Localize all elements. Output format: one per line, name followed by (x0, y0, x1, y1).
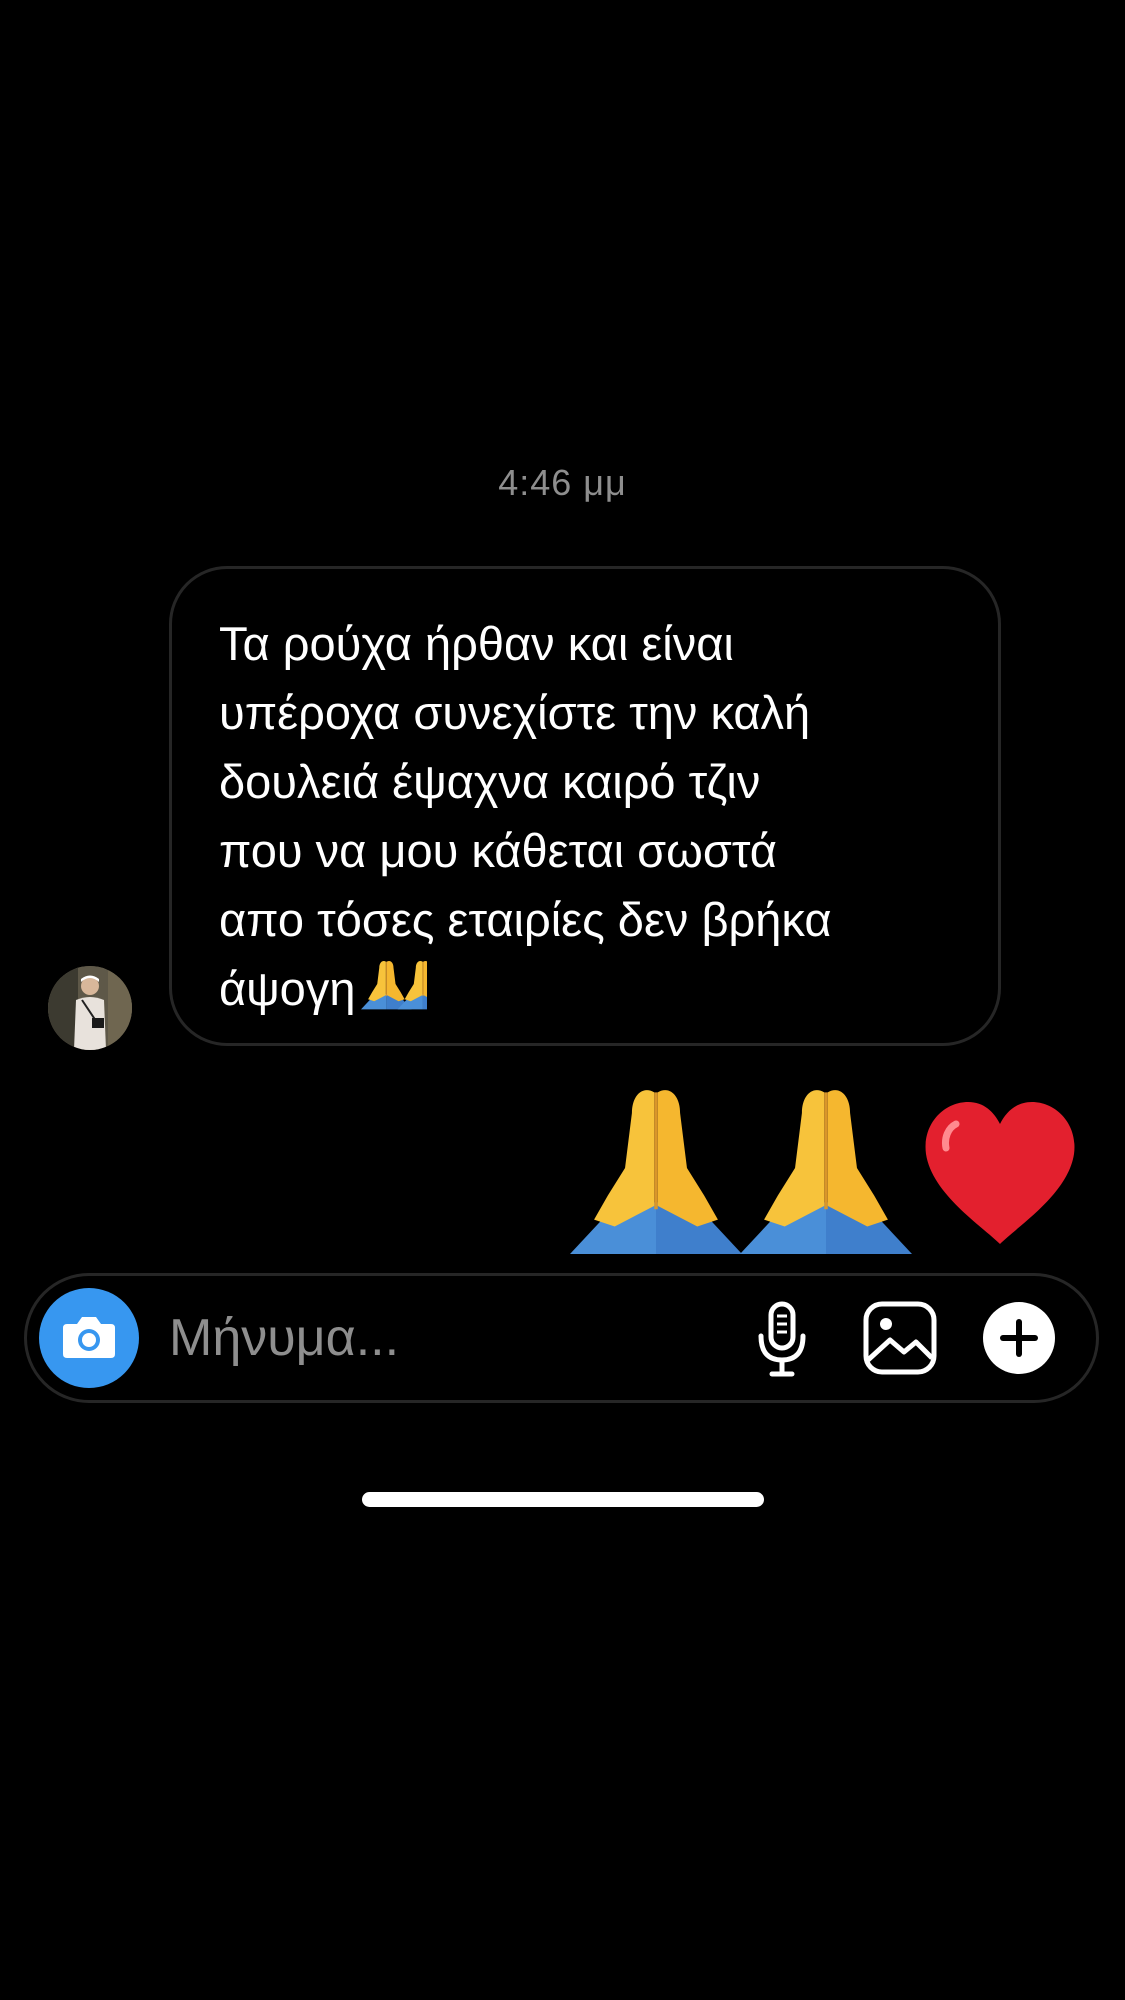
more-options-button[interactable] (981, 1300, 1057, 1381)
message-composer (24, 1273, 1099, 1403)
camera-icon (63, 1317, 115, 1358)
message-timestamp: 4:46 μμ (498, 462, 627, 503)
camera-button[interactable] (39, 1288, 139, 1388)
incoming-message-bubble[interactable]: Τα ρούχα ήρθαν και είναι υπέροχα συνεχίσ… (169, 566, 1001, 1046)
folded-hands-emoji (738, 1088, 914, 1254)
microphone-icon (758, 1301, 806, 1377)
outgoing-emoji-reply[interactable] (570, 1082, 1090, 1254)
home-indicator[interactable] (362, 1492, 764, 1507)
sender-avatar[interactable] (48, 966, 132, 1050)
microphone-button[interactable] (754, 1300, 810, 1385)
folded-hands-emoji (570, 1088, 744, 1254)
red-heart-emoji (925, 1102, 1075, 1244)
plus-circle-icon (983, 1302, 1055, 1374)
incoming-message-text: Τα ρούχα ήρθαν και είναι υπέροχα συνεχίσ… (219, 609, 954, 1031)
image-icon (863, 1301, 937, 1375)
message-input[interactable] (169, 1306, 729, 1370)
folded-hands-emoji (360, 955, 450, 1031)
gallery-button[interactable] (862, 1300, 938, 1381)
